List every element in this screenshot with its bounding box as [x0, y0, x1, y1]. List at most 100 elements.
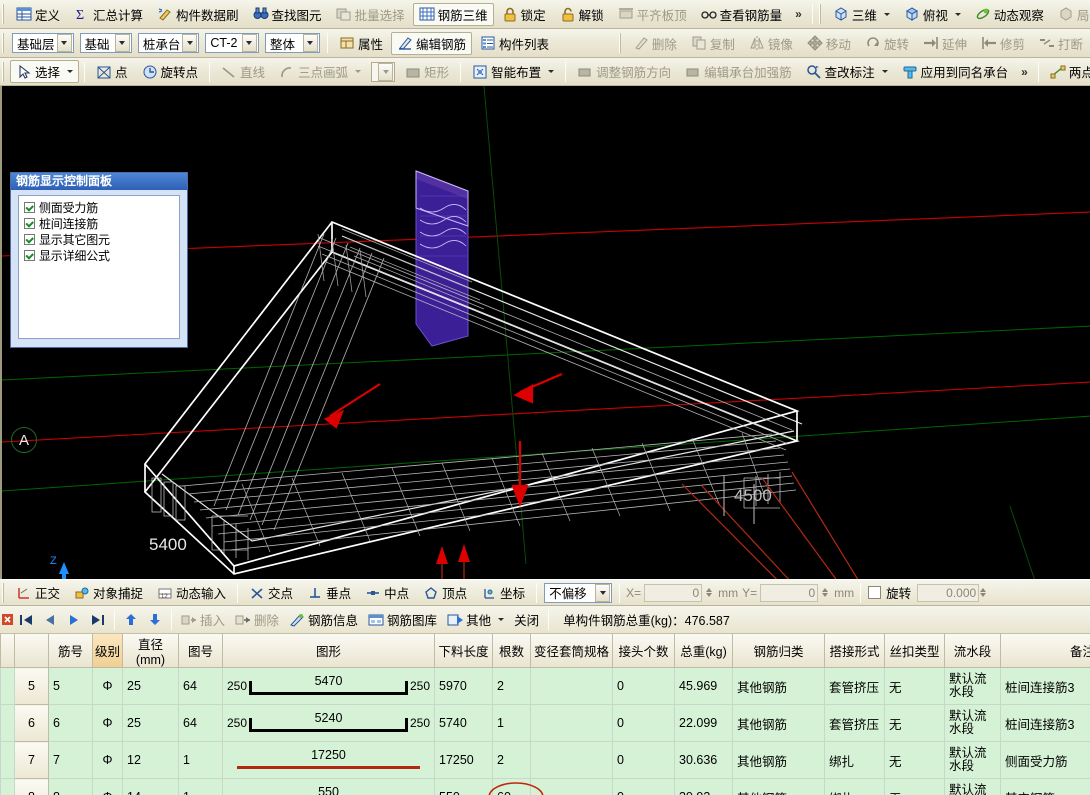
- status-snap-intersection[interactable]: 交点: [243, 581, 299, 604]
- cell-tuhao[interactable]: 1: [179, 779, 223, 795]
- x-coordinate-field[interactable]: X= 0 mm: [626, 584, 738, 602]
- toolbar-item-lock[interactable]: 锁定: [496, 3, 552, 26]
- statusbar-grip[interactable]: [2, 583, 6, 603]
- cell-sikou[interactable]: 无: [885, 668, 945, 705]
- cell-guilei[interactable]: 其他钢筋: [733, 779, 825, 795]
- cell-beizhu[interactable]: 桩间连接筋3: [1001, 705, 1090, 742]
- cell-dajie[interactable]: 套管挤压: [825, 668, 885, 705]
- toolbar-item-check-annotation[interactable]: 查改标注: [800, 60, 894, 83]
- y-spinner[interactable]: [822, 584, 831, 601]
- toolbar-item-top-view[interactable]: 俯视: [898, 3, 967, 26]
- checkbox-icon[interactable]: [24, 202, 35, 213]
- toolbar-item-summary-calc[interactable]: Σ 汇总计算: [68, 3, 149, 26]
- toolbar-item-rotate-point[interactable]: 旋转点: [136, 60, 205, 83]
- chevron-down-icon[interactable]: [595, 584, 610, 602]
- status-toggle-dynamic-input[interactable]: 12 动态输入: [151, 581, 232, 604]
- cell-jibie[interactable]: Φ: [93, 742, 123, 779]
- draw-toolbar-grip[interactable]: [2, 62, 6, 82]
- toolbar-item-three-point-arc[interactable]: 三点画弧: [273, 60, 367, 83]
- grid-delete-button[interactable]: 删除: [230, 609, 284, 631]
- status-snap-coordinate[interactable]: 坐标: [475, 581, 531, 604]
- cell-jibie[interactable]: Φ: [93, 779, 123, 795]
- toolbar-item-3d-view[interactable]: 三维: [827, 3, 896, 26]
- cell-jinhao[interactable]: 8: [49, 779, 93, 795]
- rebar-display-control-panel[interactable]: 钢筋显示控制面板 侧面受力筋 桩间连接筋 显示其它图元 显示详细公式: [10, 172, 188, 348]
- cell-rowno[interactable]: 7: [15, 742, 49, 779]
- cell-tuxing[interactable]: 17250: [223, 742, 435, 779]
- chevron-down-icon[interactable]: [57, 34, 72, 52]
- rebar-table[interactable]: 筋号 级别 直径(mm) 图号 图形 下料长度 根数 变径套筒规格 接头个数 总…: [0, 634, 1090, 795]
- cell-tuxing[interactable]: 250 5240 250: [223, 705, 435, 742]
- chevron-down-icon[interactable]: [115, 34, 130, 52]
- status-snap-midpoint[interactable]: 中点: [359, 581, 415, 604]
- toolbar-item-component-list[interactable]: 构件列表: [474, 32, 555, 55]
- cell-tuxing[interactable]: 250 5470 250: [223, 668, 435, 705]
- first-record-button[interactable]: [15, 610, 37, 630]
- col-header-zhijing[interactable]: 直径(mm): [123, 634, 179, 668]
- cell-jietou[interactable]: 0: [613, 705, 675, 742]
- draw-style-combo[interactable]: [371, 62, 395, 82]
- toolbar-overflow-button[interactable]: »: [789, 7, 808, 21]
- checkbox-row-show-other-elements[interactable]: 显示其它图元: [21, 231, 177, 247]
- toolbar-item-extend[interactable]: 延伸: [917, 32, 973, 55]
- cell-tuhao[interactable]: 64: [179, 668, 223, 705]
- cell-xialiao[interactable]: 5970: [435, 668, 493, 705]
- chevron-down-icon[interactable]: [182, 34, 197, 52]
- toolbar-item-batch-select[interactable]: 批量选择: [330, 3, 411, 26]
- toolbar-item-property[interactable]: 属性: [333, 32, 389, 55]
- cell-dajie[interactable]: 绑扎: [825, 742, 885, 779]
- table-row[interactable]: 7 7 Φ 12 1 17250 17250 2 0 30.636 其他钢: [1, 742, 1090, 779]
- col-header-beizhu[interactable]: 备注: [1001, 634, 1090, 668]
- col-header-zongzhong[interactable]: 总重(kg): [675, 634, 733, 668]
- col-header-bianjing[interactable]: 变径套筒规格: [531, 634, 613, 668]
- toolbar-item-point[interactable]: 点: [90, 60, 134, 83]
- y-coordinate-field[interactable]: Y= 0 mm: [742, 584, 854, 602]
- chevron-down-icon[interactable]: [242, 34, 257, 52]
- cell-zhijing[interactable]: 14: [123, 779, 179, 795]
- toolbar-item-data-brush[interactable]: 构件数据刷: [151, 3, 245, 26]
- toolbar-item-mirror[interactable]: 镜像: [743, 32, 799, 55]
- cell-jietou[interactable]: 0: [613, 668, 675, 705]
- chevron-down-icon[interactable]: [498, 618, 504, 621]
- cell-jibie[interactable]: Φ: [93, 705, 123, 742]
- grid-close-button[interactable]: [0, 614, 14, 625]
- chevron-down-icon[interactable]: [548, 70, 554, 73]
- move-down-button[interactable]: [144, 610, 166, 630]
- cell-jietou[interactable]: 0: [613, 779, 675, 795]
- cell-zongzhong[interactable]: 22.099: [675, 705, 733, 742]
- col-header-jietou[interactable]: 接头个数: [613, 634, 675, 668]
- cell-tuhao[interactable]: 64: [179, 705, 223, 742]
- toolbar-item-rotate[interactable]: 旋转: [859, 32, 915, 55]
- toolbar-item-line[interactable]: 直线: [215, 60, 271, 83]
- cell-jibie[interactable]: Φ: [93, 668, 123, 705]
- cell-bianjing[interactable]: [531, 705, 613, 742]
- cell-genshu[interactable]: 2: [493, 742, 531, 779]
- cell-genshu[interactable]: 1: [493, 705, 531, 742]
- table-row[interactable]: 8 8 Φ 14 1 550 550 60: [1, 779, 1090, 795]
- toolbar-item-select[interactable]: 选择: [10, 60, 79, 83]
- col-header-dajie[interactable]: 搭接形式: [825, 634, 885, 668]
- offset-mode-combo[interactable]: 不偏移: [544, 583, 612, 603]
- view-toolbar-grip[interactable]: [819, 4, 823, 24]
- chevron-down-icon[interactable]: [378, 63, 393, 81]
- table-row[interactable]: 5 5 Φ 25 64 250 5470 250 5970 2: [1, 668, 1090, 705]
- chevron-down-icon[interactable]: [303, 34, 318, 52]
- grid-rebar-info-button[interactable]: 钢筋信息: [284, 609, 363, 631]
- cell-zhijing[interactable]: 12: [123, 742, 179, 779]
- cell-jinhao[interactable]: 7: [49, 742, 93, 779]
- cell-guilei[interactable]: 其他钢筋: [733, 668, 825, 705]
- cell-dajie[interactable]: 绑扎: [825, 779, 885, 795]
- chevron-down-icon[interactable]: [884, 13, 890, 16]
- move-up-button[interactable]: [120, 610, 142, 630]
- col-header-rowno[interactable]: [15, 634, 49, 668]
- cell-zongzhong[interactable]: 39.93: [675, 779, 733, 795]
- status-snap-perpendicular[interactable]: 垂点: [301, 581, 357, 604]
- toolbar-item-adjust-rebar-direction[interactable]: 调整钢筋方向: [571, 60, 677, 83]
- cell-rowno[interactable]: 5: [15, 668, 49, 705]
- chevron-down-icon[interactable]: [355, 70, 361, 73]
- toolbar-item-delete[interactable]: 删除: [627, 32, 683, 55]
- status-snap-vertex[interactable]: 顶点: [417, 581, 473, 604]
- rotate-input[interactable]: 0.000: [917, 584, 979, 602]
- cell-xialiao[interactable]: 17250: [435, 742, 493, 779]
- checkbox-row-side-main-rebar[interactable]: 侧面受力筋: [21, 199, 177, 215]
